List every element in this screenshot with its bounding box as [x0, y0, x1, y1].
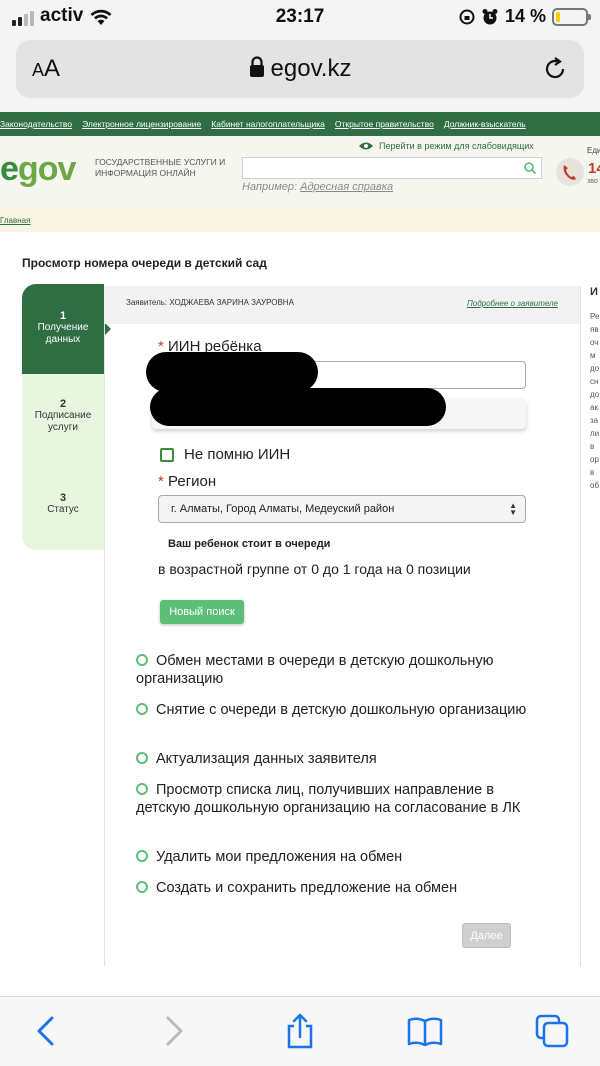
- hotline-number: 14: [588, 160, 600, 177]
- new-search-button[interactable]: Новый поиск: [160, 600, 244, 624]
- hotline-caption: Еди: [587, 146, 600, 155]
- radio-button[interactable]: [136, 783, 148, 795]
- alarm-icon: [482, 8, 498, 24]
- browser-toolbar: [0, 996, 600, 1066]
- search-icon[interactable]: [523, 161, 537, 175]
- nav-link-debtor[interactable]: Должник-взыскатель: [444, 119, 526, 129]
- nav-link-open-government[interactable]: Открытое правительство: [335, 119, 434, 129]
- site-top-nav: Законодательство Электронное лицензирова…: [0, 112, 600, 136]
- step-1: 1 Получение данных: [22, 284, 111, 374]
- orientation-lock-icon: [459, 9, 475, 24]
- next-button[interactable]: Далее: [462, 923, 511, 948]
- option-remove-from-queue[interactable]: Снятие с очереди в детскую дошкольную ор…: [136, 701, 536, 719]
- search-example: Например: Адресная справка: [242, 181, 394, 193]
- side-info-panel: И Ре яв оч м до сн до ак за ли в ор в об: [590, 286, 600, 492]
- site-header: egov ГОСУДАРСТВЕННЫЕ УСЛУГИ И ИНФОРМАЦИЯ…: [0, 136, 600, 208]
- side-info-title: И: [590, 286, 598, 298]
- search-example-link[interactable]: Адресная справка: [300, 181, 393, 193]
- back-icon[interactable]: [28, 1013, 64, 1049]
- region-value: г. Алматы, Город Алматы, Медеуский район: [171, 503, 395, 515]
- region-label: * Регион: [158, 473, 217, 490]
- radio-button[interactable]: [136, 654, 148, 666]
- site-tagline: ГОСУДАРСТВЕННЫЕ УСЛУГИ И ИНФОРМАЦИЯ ОНЛА…: [95, 157, 226, 178]
- option-update-applicant[interactable]: Актуализация данных заявителя: [136, 750, 536, 768]
- step-sidebar: 1 Получение данных 2 Подписание услуги 3…: [22, 284, 111, 550]
- share-icon[interactable]: [282, 1013, 318, 1049]
- content-divider: [104, 286, 105, 966]
- bookmarks-icon[interactable]: [407, 1013, 443, 1049]
- page-title: Просмотр номера очереди в детский сад: [22, 256, 267, 270]
- option-create-offer[interactable]: Создать и сохранить предложение на обмен: [136, 879, 536, 897]
- applicant-bar: Заявитель: ХОДЖАЕВА ЗАРИНА ЗАУРОВНА Подр…: [104, 286, 580, 324]
- option-delete-offers[interactable]: Удалить мои предложения на обмен: [136, 848, 536, 866]
- radio-button[interactable]: [136, 850, 148, 862]
- vision-mode-link[interactable]: Перейти в режим для слабовидящих: [358, 141, 534, 151]
- region-select[interactable]: г. Алматы, Город Алматы, Медеуский район…: [158, 495, 526, 523]
- nav-link-taxpayer[interactable]: Кабинет налогоплательщика: [211, 119, 325, 129]
- applicant-name: Заявитель: ХОДЖАЕВА ЗАРИНА ЗАУРОВНА: [126, 298, 294, 307]
- battery-icon: [552, 7, 591, 26]
- forgot-iin-checkbox[interactable]: [160, 447, 174, 462]
- queue-status-text: в возрастной группе от 0 до 1 года на 0 …: [158, 561, 471, 577]
- queue-status-heading: Ваш ребенок стоит в очереди: [168, 538, 331, 550]
- content-divider-right: [580, 286, 581, 966]
- radio-button[interactable]: [136, 752, 148, 764]
- nav-link-legislation[interactable]: Законодательство: [0, 119, 72, 129]
- forward-icon[interactable]: [156, 1013, 192, 1049]
- select-arrows-icon: ▲ ▼: [509, 501, 517, 517]
- breadcrumb-home[interactable]: Главная: [0, 216, 30, 225]
- applicant-details-link[interactable]: Подробнее о заявителе: [467, 299, 558, 308]
- address-bar[interactable]: AA egov.kz: [16, 40, 584, 98]
- forgot-iin-label: Не помню ИИН: [184, 446, 291, 463]
- side-info-text: Ре яв оч м до сн до ак за ли в ор в об: [590, 312, 600, 490]
- breadcrumb: Главная: [0, 208, 600, 232]
- eye-icon: [359, 142, 373, 150]
- redaction-mark: [146, 352, 318, 392]
- url-display[interactable]: egov.kz: [16, 55, 584, 83]
- option-exchange-place[interactable]: Обмен местами в очереди в детскую дошкол…: [136, 652, 536, 688]
- forgot-iin-option[interactable]: Не помню ИИН: [160, 446, 290, 463]
- nav-link-licensing[interactable]: Электронное лицензирование: [82, 119, 201, 129]
- reload-icon[interactable]: [540, 54, 570, 84]
- hotline-subcaption: зво: [587, 178, 598, 185]
- url-text: egov.kz: [270, 55, 352, 82]
- tabs-icon[interactable]: [534, 1013, 570, 1049]
- radio-button[interactable]: [136, 881, 148, 893]
- egov-logo[interactable]: egov: [0, 150, 76, 189]
- step-3: 3 Статус: [47, 492, 79, 515]
- battery-percent: 14 %: [504, 6, 546, 26]
- lock-icon: [249, 56, 264, 77]
- option-view-referrals[interactable]: Просмотр списка лиц, получивших направле…: [136, 781, 536, 817]
- step-2: 2 Подписание услуги: [34, 398, 92, 433]
- status-bar: activ 23:17 14 %: [0, 0, 600, 34]
- search-input[interactable]: [242, 157, 542, 179]
- redaction-mark: [150, 388, 446, 426]
- browser-address-area: AA egov.kz: [0, 34, 600, 112]
- radio-button[interactable]: [136, 703, 148, 715]
- phone-icon: [556, 158, 584, 186]
